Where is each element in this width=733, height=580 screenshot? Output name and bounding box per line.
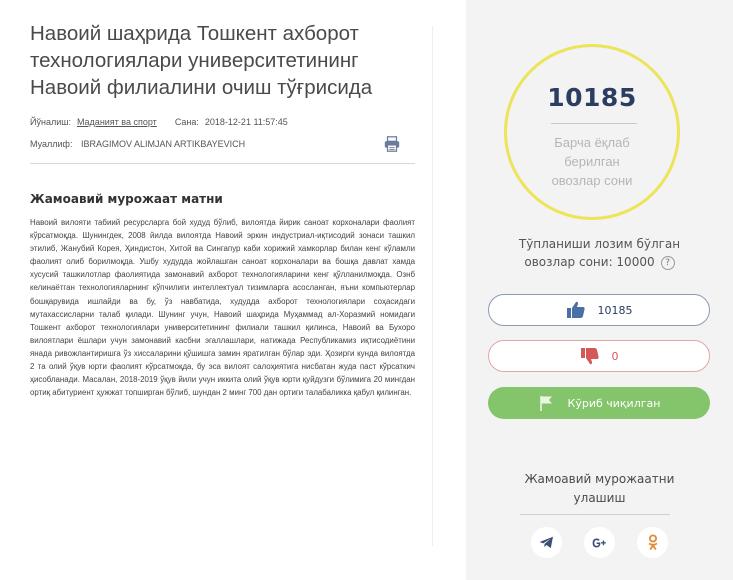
direction-link[interactable]: Маданият ва спорт bbox=[77, 117, 157, 127]
telegram-icon bbox=[539, 536, 553, 549]
votes-needed: Тўпланиши лозим бўлган овозлар сони: 100… bbox=[518, 237, 681, 270]
vote-panel: 10185 Барча ёқлаб берилган овозлар сони … bbox=[466, 0, 733, 580]
status-button[interactable]: Кўриб чиқилган bbox=[488, 387, 710, 419]
thumbs-down-icon bbox=[580, 348, 599, 365]
article-meta: Йўналиш: Маданият ва спорт Сана: 2018-12… bbox=[30, 111, 415, 164]
share-icons bbox=[466, 527, 733, 558]
dislike-button[interactable]: 0 bbox=[488, 340, 710, 372]
share-divider bbox=[520, 514, 670, 515]
article-panel: Навоий шаҳрида Тошкент ахборот технологи… bbox=[30, 20, 415, 399]
odnoklassniki-icon bbox=[648, 534, 657, 551]
meta-divider bbox=[30, 163, 415, 164]
date-label: Сана: bbox=[174, 117, 199, 127]
direction-label: Йўналиш: bbox=[30, 117, 71, 127]
status-label: Кўриб чиқилган bbox=[567, 396, 661, 410]
thumbs-up-icon bbox=[566, 301, 585, 318]
like-button[interactable]: 10185 bbox=[488, 294, 710, 326]
date-value: 2018-12-21 11:57:45 bbox=[204, 117, 288, 127]
dislike-count: 0 bbox=[611, 349, 619, 363]
vote-total-circle: 10185 Барча ёқлаб берилган овозлар сони bbox=[504, 44, 680, 220]
column-divider bbox=[432, 26, 433, 546]
appeal-text: Навоий вилояти табиий ресурсларга бой ху… bbox=[30, 218, 415, 398]
like-count: 10185 bbox=[597, 303, 633, 317]
author-label: Муаллиф: bbox=[30, 139, 73, 149]
vote-total-caption: Барча ёқлаб берилган овозлар сони bbox=[551, 135, 633, 188]
google-icon bbox=[592, 538, 606, 547]
vote-total: 10185 bbox=[547, 83, 637, 112]
printer-icon[interactable] bbox=[383, 135, 401, 153]
share-google-button[interactable] bbox=[584, 527, 615, 558]
share-heading: Жамоавий мурожаатни улашиш bbox=[524, 472, 675, 505]
share-telegram-button[interactable] bbox=[531, 527, 562, 558]
flag-icon bbox=[539, 396, 552, 411]
author-value: IBRAGIMOV ALIMJAN ARTIKBAYEVICH bbox=[80, 139, 246, 149]
section-heading: Жамоавий мурожаат матни bbox=[30, 192, 223, 206]
share-ok-button[interactable] bbox=[637, 527, 668, 558]
help-icon[interactable]: ? bbox=[660, 255, 675, 270]
article-title: Навоий шаҳрида Тошкент ахборот технологи… bbox=[30, 22, 373, 99]
